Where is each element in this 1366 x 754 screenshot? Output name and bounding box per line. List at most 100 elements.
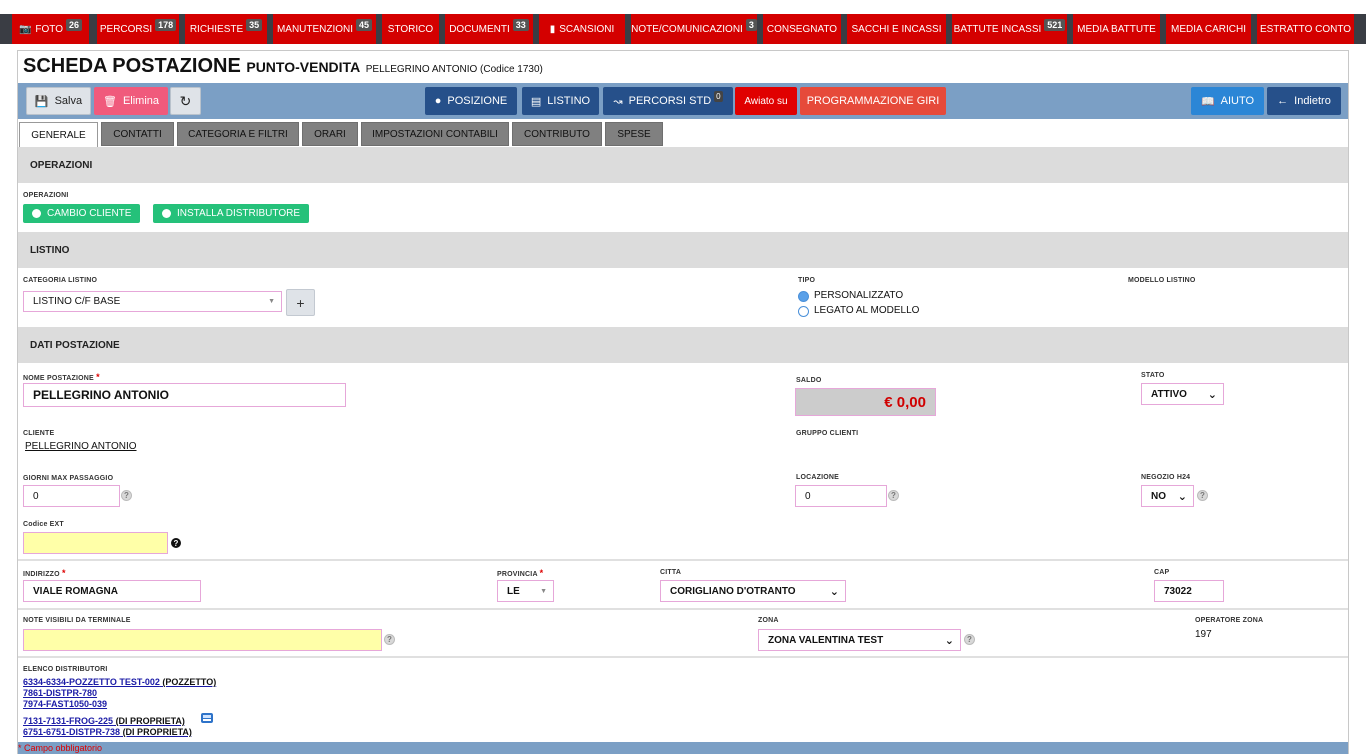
trash-icon: 🗑	[102, 95, 117, 108]
menu-sacchi-incassi[interactable]: SACCHI E INCASSI	[847, 14, 946, 44]
refresh-button[interactable]: ↻	[170, 87, 201, 115]
nome-postazione-input[interactable]: PELLEGRINO ANTONIO	[23, 383, 346, 407]
distributore-code: 7861-DISTPR-780	[23, 688, 98, 698]
menu-media-battute[interactable]: MEDIA BATTUTE	[1073, 14, 1160, 44]
add-categoria-button[interactable]: +	[286, 289, 315, 316]
nome-label-text: NOME POSTAZIONE	[23, 375, 94, 382]
posizione-label: POSIZIONE	[447, 95, 508, 107]
menu-label: DOCUMENTI	[449, 23, 510, 35]
awiato-label: Awiato su	[744, 95, 788, 107]
cliente-link[interactable]: PELLEGRINO ANTONIO	[25, 441, 137, 452]
operazioni-label: OPERAZIONI	[23, 192, 69, 199]
provincia-select[interactable]: LE ▼	[497, 580, 554, 602]
help-button[interactable]: 📖 AIUTO	[1191, 87, 1264, 115]
percorsi-std-button[interactable]: ↝ PERCORSI STD 0	[603, 87, 733, 115]
help-icon[interactable]: ?	[964, 634, 975, 645]
citta-select[interactable]: CORIGLIANO D'OTRANTO ⌄	[660, 580, 846, 602]
delete-label: Elimina	[122, 95, 160, 107]
provincia-label: PROVINCIA *	[497, 568, 543, 578]
chevron-down-icon: ⌄	[1177, 490, 1187, 503]
stato-select[interactable]: ATTIVO ⌄	[1141, 383, 1224, 405]
menu-documenti[interactable]: DOCUMENTI 33	[445, 14, 533, 44]
tab-orari[interactable]: ORARI	[302, 122, 358, 146]
tab-generale[interactable]: GENERALE	[19, 122, 98, 147]
listino-button[interactable]: ▤ LISTINO	[522, 87, 599, 115]
zona-label: ZONA	[758, 617, 779, 624]
tab-categoria-filtri[interactable]: CATEGORIA E FILTRI	[177, 122, 299, 146]
cap-value: 73022	[1164, 585, 1192, 597]
locazione-input[interactable]: 0	[795, 485, 887, 507]
programmazione-giri-button[interactable]: PROGRAMMAZIONE GIRI	[800, 87, 946, 115]
menu-manutenzioni[interactable]: MANUTENZIONI 45	[273, 14, 376, 44]
help-icon[interactable]: ?	[121, 490, 132, 501]
menu-foto[interactable]: 📷 FOTO 26	[12, 14, 89, 44]
menu-label: MEDIA BATTUTE	[1077, 23, 1156, 35]
menu-storico[interactable]: STORICO	[382, 14, 439, 44]
tab-label: CONTATTI	[113, 128, 162, 140]
menu-note-comunicazioni[interactable]: NOTE/COMUNICAZIONI 3	[631, 14, 757, 44]
section-dati-postazione: DATI POSTAZIONE	[18, 327, 1348, 363]
menu-percorsi[interactable]: PERCORSI 178	[97, 14, 179, 44]
awiato-button[interactable]: Awiato su	[735, 87, 797, 115]
tab-contatti[interactable]: CONTATTI	[101, 122, 174, 146]
codice-ext-input[interactable]	[23, 532, 168, 554]
title-text: SCHEDA POSTAZIONE	[23, 55, 241, 77]
tab-spese[interactable]: SPESE	[605, 122, 663, 146]
menu-richieste[interactable]: RICHIESTE 35	[185, 14, 267, 44]
menu-battute-incassi[interactable]: BATTUTE INCASSI 521	[952, 14, 1067, 44]
back-button[interactable]: ← Indietro	[1267, 87, 1341, 115]
zona-select[interactable]: ZONA VALENTINA TEST ⌄	[758, 629, 961, 651]
provincia-label-text: PROVINCIA	[497, 571, 538, 578]
help-icon[interactable]: ?	[384, 634, 395, 645]
machine-icon[interactable]	[200, 711, 215, 725]
indirizzo-input[interactable]: VIALE ROMAGNA	[23, 580, 201, 602]
divider	[18, 656, 1348, 658]
help-icon[interactable]: ?	[1197, 490, 1208, 501]
tab-label: ORARI	[314, 128, 346, 140]
menu-badge: 45	[356, 18, 373, 31]
distributore-link[interactable]: 7861-DISTPR-780	[23, 688, 97, 698]
note-terminale-input[interactable]	[23, 629, 382, 651]
plus-icon: +	[296, 294, 305, 311]
menu-badge: 35	[246, 18, 263, 31]
provincia-value: LE	[507, 585, 520, 597]
posizione-button[interactable]: ● POSIZIONE	[425, 87, 517, 115]
installa-distributore-button[interactable]: INSTALLA DISTRIBUTORE	[153, 204, 309, 223]
menu-label: BATTUTE INCASSI	[953, 23, 1042, 35]
cap-input[interactable]: 73022	[1154, 580, 1224, 602]
menu-label: PERCORSI	[99, 23, 153, 35]
radio-legato-modello[interactable]	[798, 306, 809, 317]
save-button[interactable]: 💾 Salva	[26, 87, 91, 115]
distributore-code: 7974-FAST1050-039	[23, 699, 108, 709]
help-icon[interactable]: ?	[888, 490, 899, 501]
categoria-listino-select[interactable]: LISTINO C/F BASE ▼	[23, 291, 282, 312]
giorni-max-input[interactable]: 0	[23, 485, 120, 507]
negozio-h24-select[interactable]: NO ⌄	[1141, 485, 1194, 507]
distributore-link[interactable]: 6334-6334-POZZETTO TEST-002 (POZZETTO)	[23, 677, 216, 687]
menu-media-carichi[interactable]: MEDIA CARICHI	[1166, 14, 1251, 44]
distributore-link[interactable]: 6751-6751-DISTPR-738 (DI PROPRIETA)	[23, 727, 192, 737]
listino-label: LISTINO	[547, 95, 591, 107]
camera-icon: 📷	[18, 23, 32, 35]
tab-impostazioni-contabili[interactable]: IMPOSTAZIONI CONTABILI	[361, 122, 509, 146]
footer-bar	[18, 742, 1348, 754]
required-mark: *	[96, 372, 100, 382]
tab-contributo[interactable]: CONTRIBUTO	[512, 122, 602, 146]
help-icon[interactable]: ?	[171, 538, 181, 548]
menu-estratto-conto[interactable]: ESTRATTO CONTO	[1257, 14, 1354, 44]
menu-consegnato[interactable]: CONSEGNATO	[763, 14, 841, 44]
radio-personalizzato[interactable]	[798, 291, 809, 302]
gruppo-clienti-label: GRUPPO CLIENTI	[796, 430, 859, 437]
distributore-link[interactable]: 7131-7131-FROG-225 (DI PROPRIETA)	[23, 716, 185, 726]
menu-label: MEDIA CARICHI	[1170, 23, 1246, 35]
negozio-value: NO	[1151, 490, 1166, 502]
menu-scansioni[interactable]: ▮ SCANSIONI	[539, 14, 625, 44]
route-icon: ↝	[613, 95, 623, 108]
help-label: AIUTO	[1220, 95, 1255, 107]
cambio-cliente-button[interactable]: CAMBIO CLIENTE	[23, 204, 141, 223]
refresh-icon: ↻	[179, 92, 192, 109]
page-title: SCHEDA POSTAZIONE PUNTO-VENDITA PELLEGRI…	[23, 55, 543, 78]
delete-button[interactable]: 🗑 Elimina	[94, 87, 168, 115]
elenco-distributori-label: ELENCO DISTRIBUTORI	[23, 666, 108, 673]
distributore-link[interactable]: 7974-FAST1050-039	[23, 699, 107, 709]
